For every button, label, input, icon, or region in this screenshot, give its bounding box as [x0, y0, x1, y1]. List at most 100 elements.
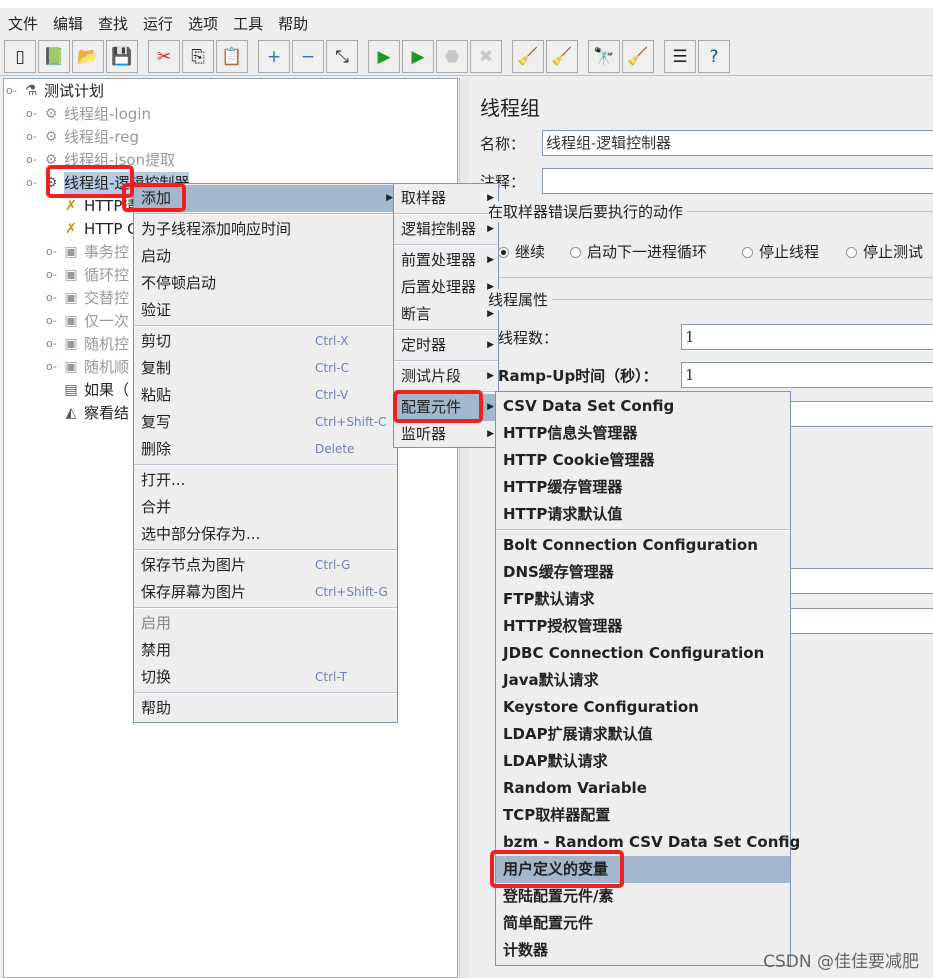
- collapse-button[interactable]: −: [292, 40, 324, 73]
- menu-item[interactable]: LDAP扩展请求默认值: [496, 721, 790, 748]
- menu-item[interactable]: 选中部分保存为...: [134, 521, 397, 548]
- menu-item[interactable]: 计数器: [496, 937, 790, 964]
- tree-node[interactable]: ▣ 循环控: [62, 264, 129, 286]
- expand-handle-icon[interactable]: o-: [46, 314, 57, 327]
- menu-6[interactable]: 帮助: [278, 13, 308, 34]
- menu-item[interactable]: 禁用: [134, 637, 397, 664]
- menu-item[interactable]: 帮助: [134, 695, 397, 722]
- rampup-input[interactable]: 1: [681, 362, 933, 388]
- menu-item[interactable]: HTTP授权管理器: [496, 613, 790, 640]
- radio-start-next-loop[interactable]: 启动下一进程循环: [570, 241, 707, 262]
- menu-4[interactable]: 选项: [188, 13, 218, 34]
- menu-item[interactable]: CSV Data Set Config: [496, 393, 790, 420]
- tree-node[interactable]: ▣ 事务控: [62, 241, 129, 263]
- menu-item[interactable]: 切换 Ctrl-T: [134, 664, 397, 691]
- menu-item[interactable]: 断言 ▶: [394, 301, 498, 328]
- new-button[interactable]: ▯: [4, 40, 36, 73]
- expand-handle-icon[interactable]: o-: [26, 130, 37, 143]
- tree-node[interactable]: ▣ 仅一次: [62, 310, 129, 332]
- tree-node[interactable]: ◭ 察看结: [62, 402, 129, 424]
- menu-item[interactable]: Bolt Connection Configuration: [496, 532, 790, 559]
- menu-item[interactable]: 保存节点为图片 Ctrl-G: [134, 552, 397, 579]
- expand-handle-icon[interactable]: o-: [46, 268, 57, 281]
- menu-item[interactable]: 启用: [134, 610, 397, 637]
- expand-handle-icon[interactable]: o-: [6, 84, 17, 97]
- expand-handle-icon[interactable]: o-: [46, 291, 57, 304]
- toggle-button[interactable]: ⤡: [326, 40, 358, 73]
- menu-item[interactable]: DNS缓存管理器: [496, 559, 790, 586]
- clear-button[interactable]: 🧹: [512, 40, 544, 73]
- menu-item[interactable]: 逻辑控制器 ▶: [394, 216, 498, 243]
- menu-item[interactable]: 剪切 Ctrl-X: [134, 328, 397, 355]
- paste-button[interactable]: 📋: [216, 40, 248, 73]
- menu-item[interactable]: Keystore Configuration: [496, 694, 790, 721]
- reset-search-button[interactable]: 🧹: [622, 40, 654, 73]
- copy-button[interactable]: ⎘: [182, 40, 214, 73]
- menu-item[interactable]: 复写 Ctrl+Shift-C: [134, 409, 397, 436]
- expand-handle-icon[interactable]: o-: [26, 107, 37, 120]
- open-button[interactable]: 📂: [72, 40, 104, 73]
- menu-item[interactable]: 粘贴 Ctrl-V: [134, 382, 397, 409]
- expand-handle-icon[interactable]: o-: [46, 337, 57, 350]
- clear-all-button[interactable]: 🧹: [546, 40, 578, 73]
- startup-delay-input[interactable]: [770, 608, 933, 634]
- name-input[interactable]: 线程组-逻辑控制器: [542, 130, 933, 156]
- menu-item[interactable]: Random Variable: [496, 775, 790, 802]
- radio-stop-test[interactable]: 停止测试: [846, 241, 923, 262]
- menu-item[interactable]: 合并: [134, 494, 397, 521]
- menu-item[interactable]: 后置处理器 ▶: [394, 274, 498, 301]
- stop-button[interactable]: ⬣: [436, 40, 468, 73]
- menu-item[interactable]: 启动: [134, 243, 397, 270]
- menu-item[interactable]: JDBC Connection Configuration: [496, 640, 790, 667]
- expand-handle-icon[interactable]: o-: [26, 153, 37, 166]
- templates-button[interactable]: 📗: [38, 40, 70, 73]
- menu-item[interactable]: 取样器 ▶: [394, 185, 498, 212]
- help-button[interactable]: ?: [698, 40, 730, 73]
- function-helper-button[interactable]: ☰: [664, 40, 696, 73]
- menu-item[interactable]: HTTP信息头管理器: [496, 420, 790, 447]
- menu-item[interactable]: 不停顿启动: [134, 270, 397, 297]
- tree-node[interactable]: ▣ 随机顺: [62, 356, 129, 378]
- menu-item[interactable]: Java默认请求: [496, 667, 790, 694]
- tree-node[interactable]: ▤ 如果（: [62, 379, 129, 401]
- comment-input[interactable]: [542, 168, 933, 194]
- menu-item[interactable]: 删除 Delete: [134, 436, 397, 463]
- expand-button[interactable]: +: [258, 40, 290, 73]
- expand-handle-icon[interactable]: o-: [46, 245, 57, 258]
- tree-node[interactable]: ✗ HTTP C: [62, 218, 138, 240]
- menu-item[interactable]: FTP默认请求: [496, 586, 790, 613]
- menu-item[interactable]: HTTP请求默认值: [496, 501, 790, 528]
- menu-item[interactable]: TCP取样器配置: [496, 802, 790, 829]
- menu-item[interactable]: HTTP缓存管理器: [496, 474, 790, 501]
- save-button[interactable]: 💾: [106, 40, 138, 73]
- radio-continue[interactable]: 继续: [498, 241, 545, 262]
- menu-item[interactable]: 复制 Ctrl-C: [134, 355, 397, 382]
- menu-item[interactable]: 监听器 ▶: [394, 421, 498, 448]
- menu-item[interactable]: LDAP默认请求: [496, 748, 790, 775]
- menu-2[interactable]: 查找: [98, 13, 128, 34]
- tree-node[interactable]: ⚙ 线程组-login: [42, 103, 151, 125]
- expand-handle-icon[interactable]: o-: [46, 360, 57, 373]
- menu-item[interactable]: 前置处理器 ▶: [394, 247, 498, 274]
- menu-item[interactable]: 保存屏幕为图片 Ctrl+Shift-G: [134, 579, 397, 606]
- menu-5[interactable]: 工具: [233, 13, 263, 34]
- start-button[interactable]: ▶: [368, 40, 400, 73]
- tree-node[interactable]: ▣ 交替控: [62, 287, 129, 309]
- expand-handle-icon[interactable]: o-: [26, 176, 37, 189]
- tree-node[interactable]: ⚗ 测试计划: [22, 80, 104, 102]
- menu-item[interactable]: HTTP Cookie管理器: [496, 447, 790, 474]
- radio-stop-thread[interactable]: 停止线程: [742, 241, 819, 262]
- duration-input[interactable]: [770, 568, 933, 594]
- menu-item[interactable]: 为子线程添加响应时间: [134, 216, 397, 243]
- menu-item[interactable]: 简单配置元件: [496, 910, 790, 937]
- search-button[interactable]: 🔭: [588, 40, 620, 73]
- cut-button[interactable]: ✂: [148, 40, 180, 73]
- menu-1[interactable]: 编辑: [53, 13, 83, 34]
- start-no-pause-button[interactable]: ▶: [402, 40, 434, 73]
- menu-item[interactable]: 定时器 ▶: [394, 332, 498, 359]
- tree-node[interactable]: ▣ 随机控: [62, 333, 129, 355]
- menu-item[interactable]: 验证: [134, 297, 397, 324]
- tree-node[interactable]: ⚙ 线程组-reg: [42, 126, 139, 148]
- menu-item[interactable]: 打开...: [134, 467, 397, 494]
- menu-item[interactable]: 测试片段 ▶: [394, 363, 498, 390]
